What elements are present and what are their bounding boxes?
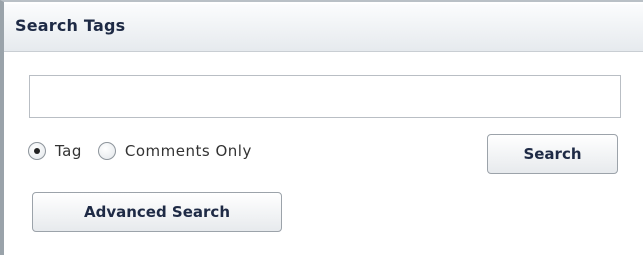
radio-label-comments-only: Comments Only [124, 142, 252, 160]
panel-header: Search Tags [4, 4, 643, 52]
radio-button-tag[interactable] [28, 142, 46, 160]
radio-label-tag: Tag [55, 142, 82, 160]
radio-button-comments-only[interactable] [97, 142, 116, 160]
radio-option-tag[interactable]: Tag [28, 142, 82, 160]
panel-title: Search Tags [15, 16, 126, 35]
advanced-search-button[interactable]: Advanced Search [32, 192, 282, 232]
search-input[interactable] [29, 75, 621, 118]
search-tags-panel: Search Tags Tag Comments Only Search Adv… [0, 0, 643, 255]
radio-selected-dot [34, 148, 40, 154]
radio-option-comments-only[interactable]: Comments Only [97, 142, 252, 160]
search-button[interactable]: Search [487, 134, 618, 174]
search-type-radio-group: Tag Comments Only [28, 140, 252, 162]
